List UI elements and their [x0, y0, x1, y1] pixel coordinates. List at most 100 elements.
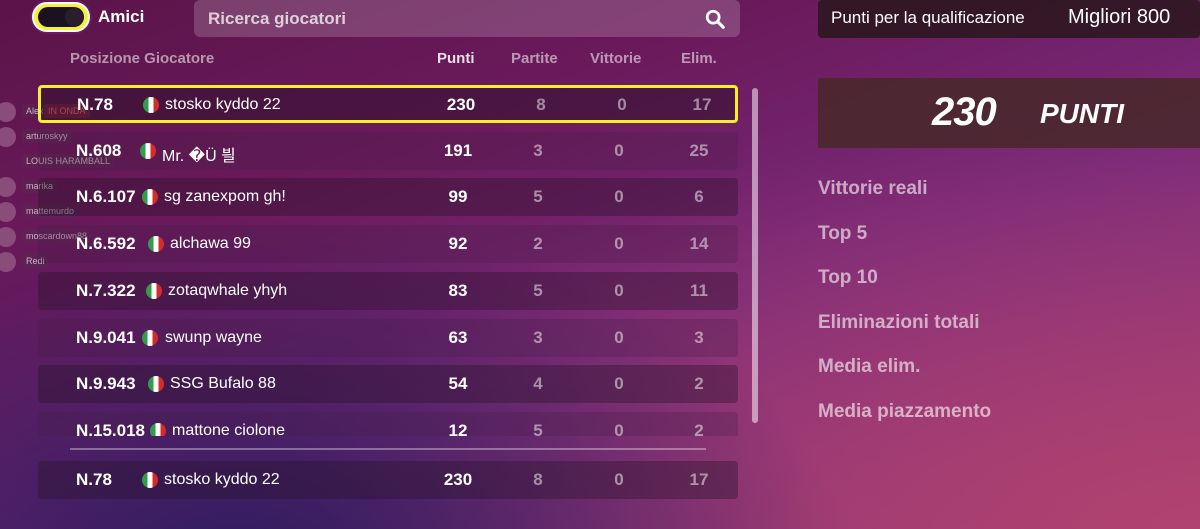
row-rank: N.6.592	[76, 234, 136, 253]
avatar	[0, 127, 16, 147]
row-player-name: stosko kyddo 22	[164, 471, 280, 488]
italy-flag-icon	[148, 236, 164, 252]
row-player-name: mattone ciolone	[172, 422, 285, 436]
col-matches[interactable]: Partite	[511, 50, 558, 67]
search-bar[interactable]: Ricerca giocatori	[194, 0, 740, 37]
friends-toggle-label: Amici	[98, 7, 145, 26]
my-rank-row[interactable]: N.78 stosko kyddo 22 230 8 0 17	[38, 461, 738, 499]
stat-total-elims: Eliminazioni totali	[818, 311, 980, 333]
search-input[interactable]: Ricerca giocatori	[208, 9, 704, 29]
table-row[interactable]: N.9.041 swunp wayne 63 3 0 3	[38, 319, 738, 357]
avatar	[0, 102, 16, 122]
row-points: 63	[448, 328, 468, 347]
avatar	[0, 202, 16, 222]
row-rank: N.7.322	[76, 281, 136, 300]
col-points[interactable]: Punti	[437, 50, 475, 67]
row-matches: 8	[533, 470, 543, 489]
table-row[interactable]: N.7.322 zotaqwhale yhyh 83 5 0 11	[38, 272, 738, 310]
divider	[70, 448, 706, 450]
scrollbar-thumb[interactable]	[752, 88, 758, 423]
row-points: 230	[446, 95, 476, 114]
italy-flag-icon	[140, 143, 156, 159]
table-row[interactable]: N.6.592 alchawa 99 92 2 0 14	[38, 225, 738, 263]
row-matches: 5	[533, 421, 543, 436]
table-row[interactable]: N.608 Mr. �Ü 븰 191 3 0 25	[38, 132, 738, 170]
row-wins: 0	[614, 187, 624, 206]
scrollbar[interactable]	[752, 88, 758, 423]
row-points: 99	[448, 187, 468, 206]
row-player-name: alchawa 99	[170, 235, 251, 252]
row-player-name: swunp wayne	[165, 329, 262, 346]
stats-list: Vittorie reali Top 5 Top 10 Eliminazioni…	[818, 178, 991, 445]
italy-flag-icon	[150, 423, 166, 436]
row-matches: 2	[533, 234, 543, 253]
avatar	[0, 252, 16, 272]
stat-top-10: Top 10	[818, 267, 878, 288]
col-wins[interactable]: Vittorie	[590, 50, 641, 67]
row-elims: 6	[694, 187, 704, 206]
italy-flag-icon	[143, 97, 159, 113]
table-row[interactable]: N.9.943 SSG Bufalo 88 54 4 0 2	[38, 365, 738, 403]
avatar	[0, 177, 16, 197]
friends-toggle[interactable]	[32, 2, 90, 32]
stat-real-wins: Vittorie reali	[818, 178, 928, 199]
row-elims: 14	[689, 234, 709, 253]
qualification-box: Punti per la qualificazione Migliori 800	[818, 0, 1200, 38]
col-elims[interactable]: Elim.	[681, 50, 717, 67]
row-elims: 17	[689, 470, 709, 489]
row-wins: 0	[614, 374, 624, 393]
table-row[interactable]: N.78 stosko kyddo 22 230 8 0 17	[38, 85, 738, 123]
row-rank: N.9.041	[76, 328, 136, 347]
row-elims: 3	[694, 328, 704, 347]
row-rank: N.78	[76, 470, 112, 489]
row-rank: N.15.018	[76, 421, 145, 436]
qualification-label: Punti per la qualificazione	[831, 8, 1025, 27]
table-row[interactable]: N.15.018 mattone ciolone 12 5 0 2	[38, 412, 738, 436]
row-points: 230	[443, 470, 473, 489]
row-wins: 0	[614, 281, 624, 300]
avatar	[0, 227, 16, 247]
row-player-name: zotaqwhale yhyh	[168, 282, 288, 299]
row-rank: N.6.107	[76, 187, 136, 206]
score-value: 230	[932, 90, 997, 134]
col-position-player: Posizione Giocatore	[70, 50, 215, 67]
row-elims: 25	[689, 141, 709, 160]
row-player-name: sg zanexpom gh!	[164, 188, 286, 205]
row-matches: 5	[533, 187, 543, 206]
table-header: Posizione Giocatore Punti Partite Vittor…	[0, 50, 760, 68]
row-points: 191	[443, 141, 473, 160]
italy-flag-icon	[142, 330, 158, 346]
row-elims: 2	[694, 374, 704, 393]
row-matches: 5	[533, 281, 543, 300]
row-wins: 0	[614, 141, 624, 160]
row-points: 12	[448, 421, 468, 436]
stat-avg-elims: Media elim.	[818, 356, 921, 377]
row-points: 54	[448, 374, 468, 393]
row-matches: 4	[533, 374, 543, 393]
row-points: 92	[448, 234, 468, 253]
row-elims: 2	[694, 421, 704, 436]
qualification-value: Migliori 800	[1068, 6, 1171, 28]
row-player-name: Mr. �Ü 븰	[162, 148, 236, 165]
friends-toggle-group: Amici	[32, 2, 144, 32]
stat-avg-placement: Media piazzamento	[818, 400, 992, 422]
italy-flag-icon	[148, 376, 164, 392]
leaderboard-list[interactable]: N.78 stosko kyddo 22 230 8 0 17 N.608 Mr…	[38, 85, 738, 436]
row-rank: N.9.943	[76, 374, 136, 393]
italy-flag-icon	[142, 472, 158, 488]
italy-flag-icon	[146, 283, 162, 299]
row-matches: 3	[533, 141, 543, 160]
row-wins: 0	[614, 421, 624, 436]
row-wins: 0	[617, 95, 627, 114]
row-rank: N.78	[77, 95, 113, 114]
table-row[interactable]: N.6.107 sg zanexpom gh! 99 5 0 6	[38, 178, 738, 216]
search-icon[interactable]	[704, 8, 726, 30]
row-elims: 17	[692, 95, 712, 114]
row-elims: 11	[690, 281, 708, 300]
row-matches: 3	[533, 328, 543, 347]
stat-top-5: Top 5	[818, 222, 868, 244]
row-matches: 8	[536, 95, 546, 114]
score-unit: PUNTI	[1040, 98, 1124, 129]
row-player-name: stosko kyddo 22	[165, 96, 281, 113]
row-wins: 0	[614, 470, 624, 489]
